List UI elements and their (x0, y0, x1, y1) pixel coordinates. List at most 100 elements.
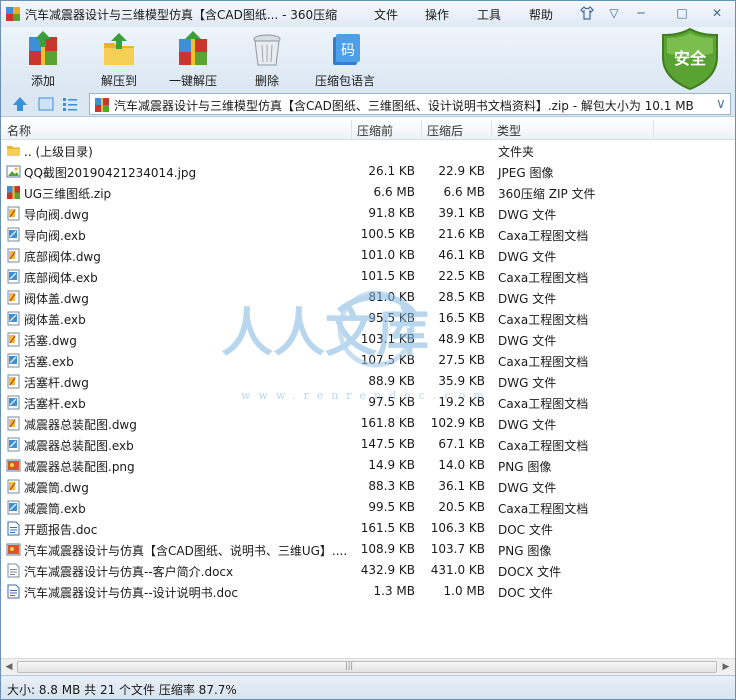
extract-to-icon (104, 33, 134, 65)
file-name: QQ截图20190421234014.jpg (24, 166, 197, 180)
address-row: 汽车减震器设计与三维模型仿真【含CAD图纸、三维图纸、设计说明书文档资料】.zi… (1, 91, 735, 117)
up-level-icon[interactable] (11, 95, 29, 113)
file-row[interactable]: 减震器总装配图.png 14.9 KB 14.0 KB PNG 图像 (1, 455, 735, 476)
exb-file-icon (6, 311, 21, 326)
address-bar[interactable]: 汽车减震器设计与三维模型仿真【含CAD图纸、三维图纸、设计说明书文档资料】.zi… (89, 93, 731, 115)
delete-label: 删除 (254, 74, 279, 88)
file-type: Caxa工程图文档 (498, 355, 589, 369)
archive-language-label: 压缩包语言 (314, 74, 375, 88)
dwg-file-icon (6, 416, 21, 431)
menu-file[interactable]: 文件 (374, 6, 398, 23)
file-type: DWG 文件 (498, 418, 557, 432)
file-size: 100.5 KB (360, 227, 415, 241)
dwg-file-icon (6, 374, 21, 389)
settings-dropdown-icon[interactable]: ▽ (604, 4, 624, 22)
menu-operation[interactable]: 操作 (425, 6, 449, 23)
dwg-file-icon (6, 332, 21, 347)
file-size: 161.5 KB (360, 521, 415, 535)
file-row[interactable]: 减震器总装配图.dwg 161.8 KB 102.9 KB DWG 文件 (1, 413, 735, 434)
file-packed-size: 106.3 KB (430, 521, 485, 535)
file-packed-size: 1.0 MB (443, 584, 485, 598)
dwg-file-icon (6, 248, 21, 263)
file-row[interactable]: 汽车减震器设计与仿真--设计说明书.doc 1.3 MB 1.0 MB DOC 文件 (1, 581, 735, 602)
file-row[interactable]: 减震器总装配图.exb 147.5 KB 67.1 KB Caxa工程图文档 (1, 434, 735, 455)
file-size: 91.8 KB (368, 206, 415, 220)
watermark-text: 人人文库 (221, 304, 429, 364)
column-name-header[interactable]: 名称 (7, 122, 31, 139)
menu-tools[interactable]: 工具 (477, 6, 501, 23)
jpg-file-icon (6, 164, 21, 179)
skin-shirt-icon[interactable] (577, 4, 597, 22)
file-type: DWG 文件 (498, 208, 557, 222)
file-name: 导向阀.dwg (24, 208, 89, 222)
file-type: DOC 文件 (498, 523, 553, 537)
maximize-button[interactable]: □ (672, 4, 692, 22)
file-size: 108.9 KB (360, 542, 415, 556)
file-type: DOCX 文件 (498, 565, 562, 579)
file-packed-size: 20.5 KB (438, 500, 485, 514)
file-row[interactable]: 导向阀.dwg 91.8 KB 39.1 KB DWG 文件 (1, 203, 735, 224)
one-click-extract-button[interactable]: 一键解压 (161, 31, 225, 89)
file-name: 汽车减震器设计与仿真--客户简介.docx (24, 565, 234, 579)
extract-to-button[interactable]: 解压到 (91, 31, 147, 89)
horizontal-scrollbar[interactable]: ◀ ||| ▶ (1, 658, 735, 675)
file-name: 开题报告.doc (24, 523, 98, 537)
file-name: .. (上级目录) (24, 145, 93, 159)
dwg-file-icon (6, 479, 21, 494)
file-size: 161.8 KB (360, 416, 415, 430)
file-row[interactable]: 汽车减震器设计与仿真【含CAD图纸、说明书、三维UG】.... 108.9 KB 1… (1, 539, 735, 560)
add-archive-icon (29, 31, 57, 65)
file-row[interactable]: 导向阀.exb 100.5 KB 21.6 KB Caxa工程图文档 (1, 224, 735, 245)
file-size: 101.0 KB (360, 248, 415, 262)
add-button[interactable]: 添加 (15, 31, 71, 89)
column-packed-header[interactable]: 压缩后 (427, 122, 463, 139)
scroll-right-arrow-icon[interactable]: ▶ (719, 661, 733, 674)
file-type: PNG 图像 (498, 460, 552, 474)
large-icons-view-icon[interactable] (37, 95, 55, 113)
file-list-header: 名称 压缩前 压缩后 类型 (1, 118, 735, 140)
archive-language-button[interactable]: 码 压缩包语言 (307, 31, 383, 89)
file-type: DWG 文件 (498, 250, 557, 264)
file-row[interactable]: UG三维图纸.zip 6.6 MB 6.6 MB 360压缩 ZIP 文件 (1, 182, 735, 203)
file-packed-size: 103.7 KB (430, 542, 485, 556)
delete-button[interactable]: 删除 (241, 31, 293, 89)
address-dropdown-icon[interactable]: ∨ (716, 96, 726, 112)
file-size: 1.3 MB (373, 584, 415, 598)
file-row[interactable]: 减震筒.exb 99.5 KB 20.5 KB Caxa工程图文档 (1, 497, 735, 518)
file-type: Caxa工程图文档 (498, 271, 589, 285)
file-size: 6.6 MB (373, 185, 415, 199)
archive-language-icon: 码 (333, 34, 360, 65)
menu-help[interactable]: 帮助 (529, 6, 553, 23)
file-type: PNG 图像 (498, 544, 552, 558)
scrollbar-thumb[interactable] (17, 661, 717, 673)
file-size: 26.1 KB (368, 164, 415, 178)
file-size: 14.9 KB (368, 458, 415, 472)
file-row[interactable]: QQ截图20190421234014.jpg 26.1 KB 22.9 KB JPEG… (1, 161, 735, 182)
file-row[interactable]: 底部阀体.dwg 101.0 KB 46.1 KB DWG 文件 (1, 245, 735, 266)
file-packed-size: 14.0 KB (438, 458, 485, 472)
file-row[interactable]: 减震筒.dwg 88.3 KB 36.1 KB DWG 文件 (1, 476, 735, 497)
exb-file-icon (6, 353, 21, 368)
list-view-icon[interactable] (61, 95, 79, 113)
file-size: 147.5 KB (360, 437, 415, 451)
column-type-header[interactable]: 类型 (497, 122, 521, 139)
file-size: 88.3 KB (368, 479, 415, 493)
file-row[interactable]: 开题报告.doc 161.5 KB 106.3 KB DOC 文件 (1, 518, 735, 539)
file-size: 99.5 KB (368, 500, 415, 514)
minimize-button[interactable]: ─ (631, 4, 651, 22)
scroll-left-arrow-icon[interactable]: ◀ (2, 661, 16, 674)
file-row[interactable]: 汽车减震器设计与仿真--客户简介.docx 432.9 KB 431.0 KB DOC… (1, 560, 735, 581)
folder-file-icon (6, 143, 21, 158)
add-button-label: 添加 (30, 74, 55, 88)
security-shield-badge[interactable]: 安全 (661, 27, 719, 91)
file-type: JPEG 图像 (498, 166, 554, 180)
close-button[interactable]: ✕ (707, 4, 727, 22)
column-size-header[interactable]: 压缩前 (357, 122, 393, 139)
exb-file-icon (6, 500, 21, 515)
file-row[interactable]: .. (上级目录) 文件夹 (1, 140, 735, 161)
file-type: Caxa工程图文档 (498, 313, 589, 327)
file-packed-size: 6.6 MB (443, 185, 485, 199)
file-name: 减震器总装配图.dwg (24, 418, 137, 432)
file-type: DWG 文件 (498, 292, 557, 306)
file-name: 底部阀体.dwg (24, 250, 101, 264)
